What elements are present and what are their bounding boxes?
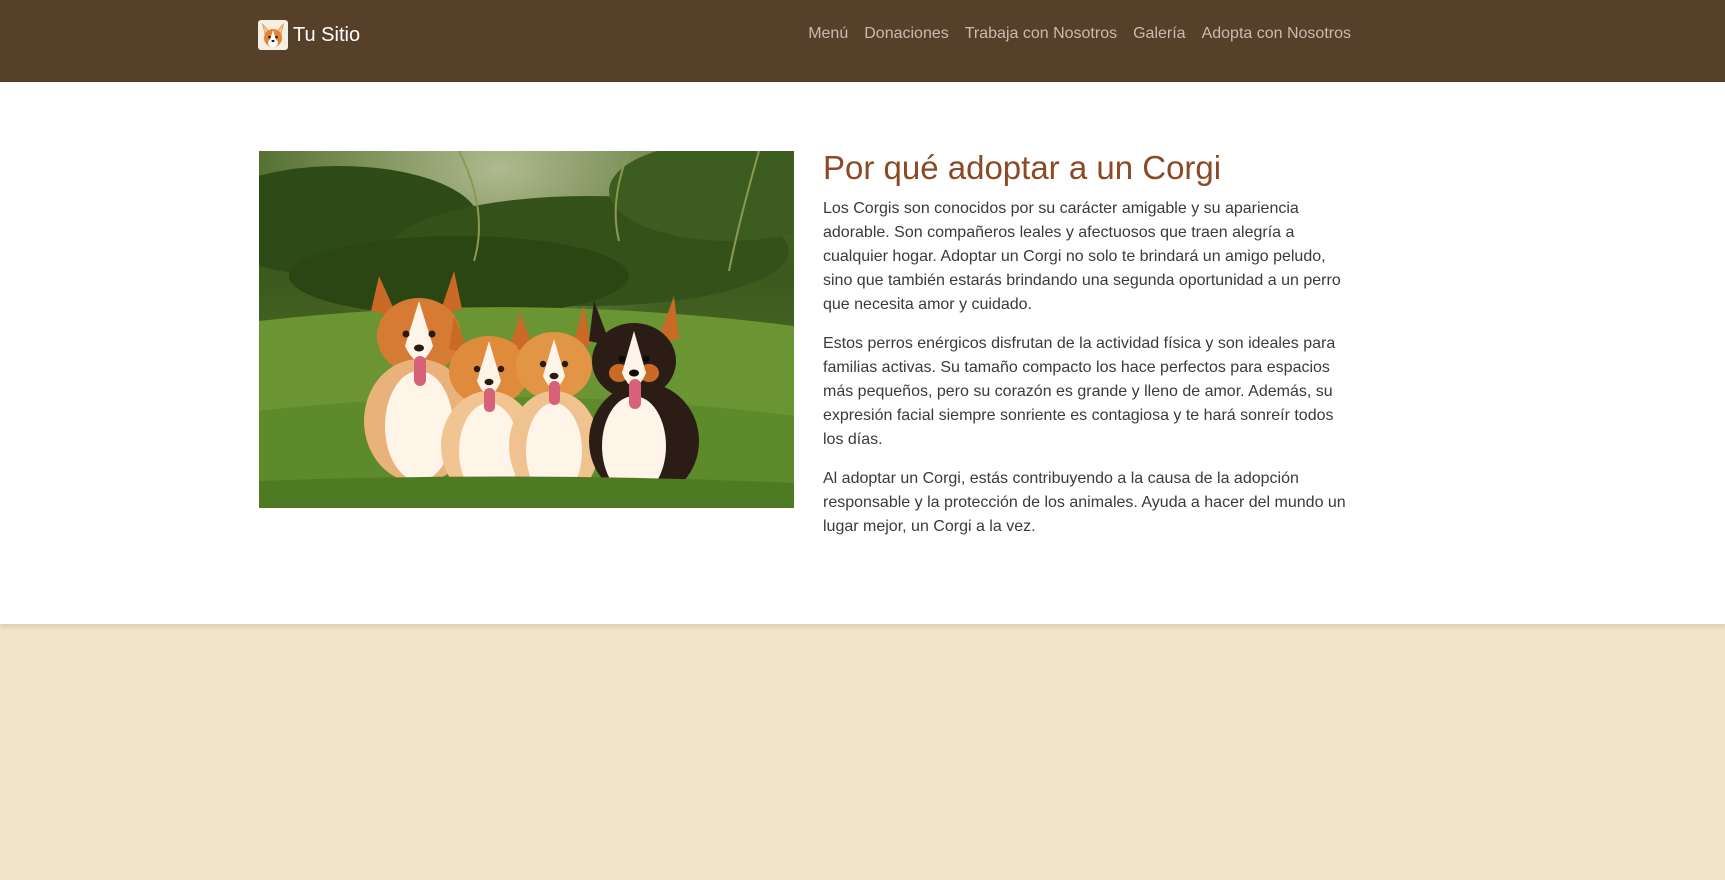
top-navbar: Tu Sitio Menú Donaciones Trabaja con Nos… [0, 0, 1725, 82]
nav-link-galeria[interactable]: Galería [1133, 23, 1185, 45]
adoption-info: Por qué adoptar a un Corgi Los Corgis so… [823, 148, 1353, 554]
nav-link-adopta[interactable]: Adopta con Nosotros [1202, 23, 1351, 45]
brand-link[interactable]: Tu Sitio [258, 19, 360, 51]
corgi-group-photo [259, 151, 794, 508]
paragraph-1: Los Corgis son conocidos por su carácter… [823, 200, 1341, 313]
main-nav: Menú Donaciones Trabaja con Nosotros Gal… [792, 23, 1351, 45]
nav-link-trabaja[interactable]: Trabaja con Nosotros [965, 23, 1117, 45]
brand-name: Tu Sitio [293, 24, 361, 46]
main-section: Por qué adoptar a un Corgi Los Corgis so… [0, 82, 1725, 624]
paragraph-3: Al adoptar un Corgi, estás contribuyendo… [823, 470, 1346, 535]
page-title: Por qué adoptar a un Corgi [823, 149, 1222, 186]
corgi-logo-icon [258, 20, 288, 50]
nav-link-donaciones[interactable]: Donaciones [864, 23, 949, 45]
paragraph-2: Estos perros enérgicos disfrutan de la a… [823, 335, 1336, 448]
nav-link-menu[interactable]: Menú [808, 23, 848, 45]
